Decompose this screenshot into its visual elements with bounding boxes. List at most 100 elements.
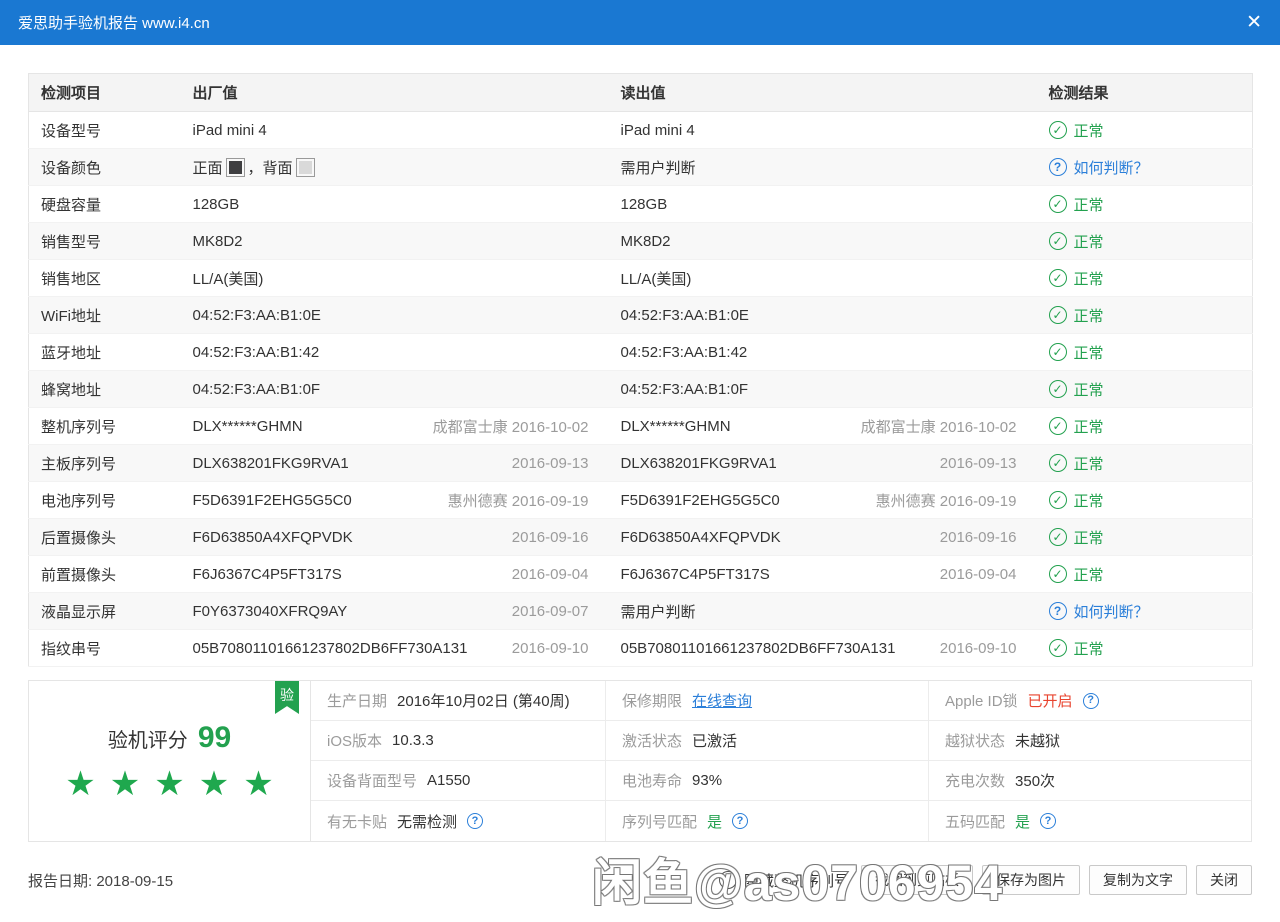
result-label: 正常 [1073,492,1104,510]
result-cell: 正常 [1036,444,1253,482]
factory-value-cell: 04:52:F3:AA:B1:0E [180,296,609,334]
result-label: 正常 [1073,529,1104,547]
value-date: 惠州德赛 2016-09-19 [447,492,589,510]
read-value-cell: 需用户判断 [608,592,1037,630]
summary-grid: 生产日期 2016年10月02日 (第40周) 保修期限 在线查询 Apple ID锁已… [311,681,1251,841]
table-row: 设备型号 iPad mini 4 iPad mini 4 正常 [28,111,1253,149]
item-cell: WiFi地址 [28,296,181,334]
score-label: 验机评分 [107,730,188,752]
value-text: 128GB [192,195,240,213]
value-text: 04:52:F3:AA:B1:0F [192,380,321,398]
color-swatch-label: 正面 [192,159,223,177]
table-row: WiFi地址 04:52:F3:AA:B1:0E 04:52:F3:AA:B1:0E… [28,296,1253,334]
read-value-cell: F6D63850A4XFQPVDK 2016-09-16 [608,518,1037,556]
factory-value-cell: 正面 ，背面 [180,148,609,186]
value-date: 2016-09-07 [511,602,589,620]
question-icon[interactable] [1082,692,1099,709]
value-date: 2016-09-04 [939,565,1017,583]
color-swatch [225,157,245,177]
summary-cell-label: 越狱状态 [945,733,1006,750]
table-row: 整机序列号 DLX******GHMN 成都富士康 2016-10-02 DLX***… [28,407,1253,445]
result-label: 正常 [1073,381,1104,399]
footer-button[interactable]: 截图到剪贴板 [861,865,973,895]
result-label: 正常 [1073,344,1104,362]
read-value-cell: LL/A(美国) [608,259,1037,297]
value-text: DLX******GHMN [192,417,303,435]
summary-cell: 有无卡贴 无需检测 [311,801,606,841]
summary-cell-label: 五码匹配 [945,813,1006,831]
summary-cell-label: Apple ID锁 [945,693,1018,710]
read-value-cell: F5D6391F2EHG5G5C0 惠州德赛 2016-09-19 [608,481,1037,519]
footer-button[interactable]: 保存为图片 [982,865,1080,895]
summary-cell-value: 已激活 [692,733,738,750]
item-cell: 电池序列号 [28,481,181,519]
summary-cell: 越狱状态 未越狱 [929,721,1251,761]
summary-cell-label: iOS版本 [327,733,383,750]
summary-cell-label: 有无卡贴 [327,813,388,831]
question-icon[interactable] [1048,158,1067,176]
summary-cell: 保修期限 在线查询 [606,681,929,721]
how-to-judge-link[interactable]: 如何判断？ [1074,157,1149,178]
result-label: 正常 [1073,122,1104,140]
table-row: 指纹串号 05B70801101661237802DB6FF730A131 2016… [28,629,1253,667]
hide-serial-label: 隐藏整机序列号 [743,872,849,890]
check-icon [1048,565,1067,583]
footer: 报告日期: 2018-09-15 隐藏整机序列号 截图到剪贴板保存为图片复制为文… [28,864,1252,896]
read-value-cell: DLX638201FKG9RVA1 2016-09-13 [608,444,1037,482]
table-row: 蜂窝地址 04:52:F3:AA:B1:0F 04:52:F3:AA:B1:0F 正常 [28,370,1253,408]
check-icon [1048,417,1067,435]
factory-value-cell: 04:52:F3:AA:B1:0F [180,370,609,408]
col-header-item: 检测项目 [28,73,181,112]
value-text: F5D6391F2EHG5G5C0 [620,491,780,509]
summary-panel: 验 验机评分 99 ★★★★★ 生产日期 2016年10月02日 (第40周) 保修… [28,680,1252,842]
value-date: 2016-09-10 [939,639,1017,657]
close-icon[interactable]: ✕ [1246,11,1262,34]
value-text: 04:52:F3:AA:B1:0E [192,306,321,324]
read-value-cell: 需用户判断 [608,148,1037,186]
value-text: iPad mini 4 [620,121,695,139]
verified-ribbon-icon: 验 [275,681,299,714]
result-cell: 如何判断？ [1036,592,1253,630]
footer-button[interactable]: 复制为文字 [1089,865,1187,895]
footer-button[interactable]: 关闭 [1196,865,1252,895]
factory-value-cell: DLX******GHMN 成都富士康 2016-10-02 [180,407,609,445]
color-swatch [295,157,315,177]
summary-cell: 充电次数 350次 [929,761,1251,801]
check-icon [1048,639,1067,657]
value-date: 2016-09-16 [939,528,1017,546]
summary-cell: Apple ID锁 已开启 [929,681,1251,721]
value-text: 04:52:F3:AA:B1:42 [620,343,748,361]
table-row: 销售地区 LL/A(美国) LL/A(美国) 正常 [28,259,1253,297]
star-icon: ★ [154,765,199,803]
summary-cell-label: 设备背面型号 [327,773,418,790]
hide-serial-toggle[interactable]: 隐藏整机序列号 [718,870,849,891]
table-row: 蓝牙地址 04:52:F3:AA:B1:42 04:52:F3:AA:B1:42 正常 [28,333,1253,371]
question-icon[interactable] [732,813,749,829]
factory-value-cell: 128GB [180,185,609,223]
score-box: 验 验机评分 99 ★★★★★ [29,681,311,841]
factory-value-cell: LL/A(美国) [180,259,609,297]
result-label: 正常 [1073,418,1104,436]
item-cell: 蓝牙地址 [28,333,181,371]
result-cell: 如何判断？ [1036,148,1253,186]
check-icon [1048,195,1067,213]
question-icon[interactable] [1048,602,1067,620]
summary-cell: 序列号匹配是 [606,801,929,841]
factory-value-cell: DLX638201FKG9RVA1 2016-09-13 [180,444,609,482]
item-cell: 蜂窝地址 [28,370,181,408]
summary-cell-label: 保修期限 [622,693,683,710]
factory-value-cell: F6D63850A4XFQPVDK 2016-09-16 [180,518,609,556]
summary-cell-value: 未越狱 [1015,733,1061,750]
table-row: 液晶显示屏 F0Y6373040XFRQ9AY 2016-09-07 需用户判断 如何判… [28,592,1253,630]
question-icon[interactable] [1040,813,1057,829]
summary-cell-value: 2016年10月02日 (第40周) [397,693,570,710]
question-icon[interactable] [467,813,484,829]
online-query-link[interactable]: 在线查询 [692,690,752,711]
summary-cell-label: 充电次数 [945,773,1006,790]
value-date: 成都富士康 2016-10-02 [432,418,589,436]
color-swatch-label: ，背面 [247,159,293,177]
value-text: F6D63850A4XFQPVDK [192,528,353,546]
how-to-judge-link[interactable]: 如何判断？ [1074,601,1149,622]
item-cell: 销售型号 [28,222,181,260]
result-cell: 正常 [1036,259,1253,297]
